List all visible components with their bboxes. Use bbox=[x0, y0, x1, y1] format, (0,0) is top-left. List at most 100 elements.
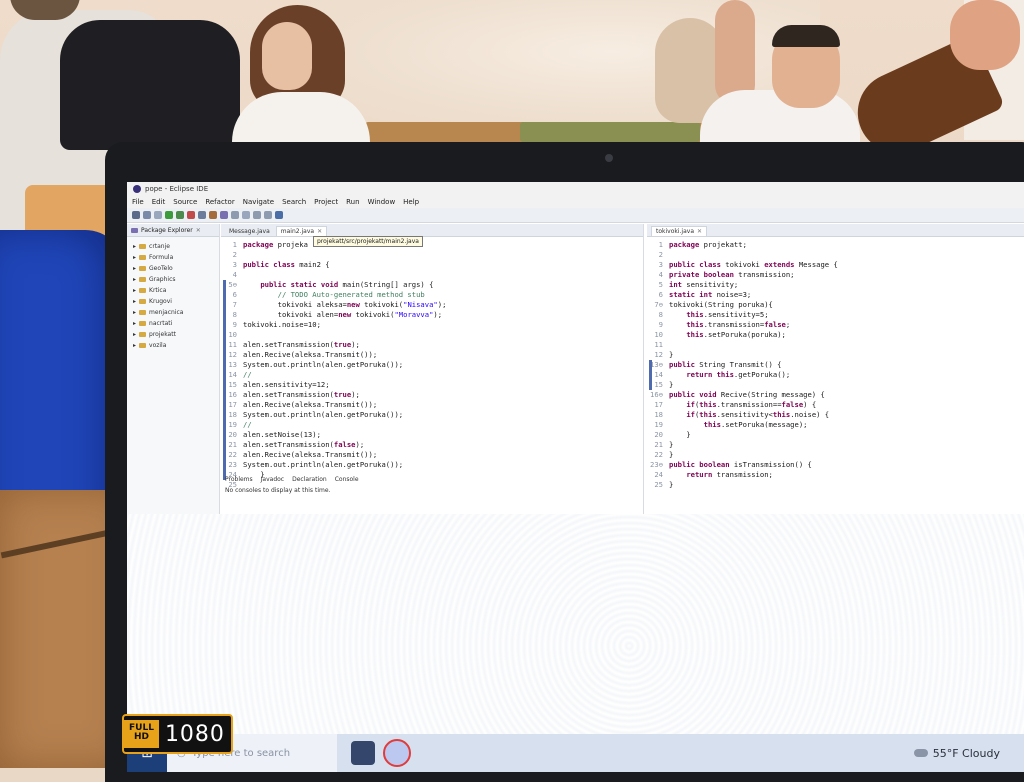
code-line[interactable]: 17 alen.Recive(aleksa.Transmit()); bbox=[221, 400, 643, 410]
project-item[interactable]: ▸ Graphics bbox=[127, 274, 219, 285]
code-line[interactable]: 8 tokivoki alen=new tokivoki("Moravva"); bbox=[221, 310, 643, 320]
code-line[interactable]: 6 // TODO Auto-generated method stub bbox=[221, 290, 643, 300]
menu-help[interactable]: Help bbox=[403, 198, 419, 206]
new-package-icon[interactable] bbox=[209, 211, 217, 219]
tab-message-java[interactable]: Message.java bbox=[225, 227, 274, 236]
project-item[interactable]: ▸ nacrtati bbox=[127, 318, 219, 329]
save-icon[interactable] bbox=[143, 211, 151, 219]
code-line[interactable]: 14// bbox=[221, 370, 643, 380]
menu-run[interactable]: Run bbox=[346, 198, 359, 206]
debug-icon[interactable] bbox=[176, 211, 184, 219]
package-explorer-tab[interactable]: Package Explorer ✕ bbox=[127, 224, 219, 237]
code-line[interactable]: 1 package projekatt; bbox=[647, 240, 1024, 250]
eclipse-taskbar-icon[interactable] bbox=[383, 739, 411, 767]
menu-window[interactable]: Window bbox=[368, 198, 396, 206]
code-line[interactable]: 16⊖ public void Recive(String message) { bbox=[647, 390, 1024, 400]
code-line[interactable]: 15 alen.sensitivity=12; bbox=[221, 380, 643, 390]
menu-project[interactable]: Project bbox=[314, 198, 338, 206]
code-line[interactable]: 22 alen.Recive(aleksa.Transmit()); bbox=[221, 450, 643, 460]
menu-search[interactable]: Search bbox=[282, 198, 306, 206]
code-line[interactable]: 7⊖ tokivoki(String poruka){ bbox=[647, 300, 1024, 310]
code-line[interactable]: 12 alen.Recive(aleksa.Transmit()); bbox=[221, 350, 643, 360]
menu-edit[interactable]: Edit bbox=[152, 198, 166, 206]
tab-declaration[interactable]: Declaration bbox=[292, 476, 327, 483]
tab-console[interactable]: Console bbox=[335, 476, 359, 483]
code-line[interactable]: 23 System.out.println(alen.getPoruka()); bbox=[221, 460, 643, 470]
close-icon[interactable]: ✕ bbox=[697, 228, 702, 235]
code-line[interactable]: 9 this.transmission=false; bbox=[647, 320, 1024, 330]
code-line[interactable]: 21} bbox=[647, 440, 1024, 450]
new-class-icon[interactable] bbox=[220, 211, 228, 219]
code-line[interactable]: 9 tokivoki.noise=10; bbox=[221, 320, 643, 330]
code-line[interactable]: 17 if(this.transmission==false) { bbox=[647, 400, 1024, 410]
code-line[interactable]: 15} bbox=[647, 380, 1024, 390]
tab-javadoc[interactable]: Javadoc bbox=[261, 476, 284, 483]
tab-tokivoki-java[interactable]: tokivoki.java ✕ bbox=[651, 226, 708, 236]
code-line[interactable]: 11 alen.setTransmission(true); bbox=[221, 340, 643, 350]
editor-main2: Message.java main2.java ✕ projekatt/src/p… bbox=[221, 224, 644, 514]
line-text: tokivoki alen=new tokivoki("Moravva"); bbox=[243, 310, 443, 319]
code-line[interactable]: 5⊖ public static void main(String[] args… bbox=[221, 280, 643, 290]
project-item[interactable]: ▸ Krtica bbox=[127, 285, 219, 296]
tab-problems[interactable]: Problems bbox=[225, 476, 253, 483]
code-line[interactable]: 2 bbox=[647, 250, 1024, 260]
code-line[interactable]: 20 alen.setNoise(13); bbox=[221, 430, 643, 440]
tab-main2-java[interactable]: main2.java ✕ bbox=[275, 226, 328, 236]
code-line[interactable]: 1 package projeka bbox=[221, 240, 643, 250]
code-line[interactable]: 12} bbox=[647, 350, 1024, 360]
code-line[interactable]: 14 return this.getPoruka(); bbox=[647, 370, 1024, 380]
code-line[interactable]: 18 if(this.sensitivity<this.noise) { bbox=[647, 410, 1024, 420]
project-item[interactable]: ▸ crtanje bbox=[127, 241, 219, 252]
forward-arrow-icon[interactable] bbox=[264, 211, 272, 219]
search-icon[interactable] bbox=[231, 211, 239, 219]
project-item[interactable]: ▸ Krugovi bbox=[127, 296, 219, 307]
menu-refactor[interactable]: Refactor bbox=[205, 198, 234, 206]
project-item[interactable]: ▸ projekatt bbox=[127, 329, 219, 340]
code-line[interactable]: 21 alen.setTransmission(false); bbox=[221, 440, 643, 450]
task-view-icon[interactable] bbox=[351, 741, 375, 765]
project-item[interactable]: ▸ GeoTelo bbox=[127, 263, 219, 274]
perspective-icon[interactable] bbox=[275, 211, 283, 219]
code-line[interactable]: 6 static int noise=3; bbox=[647, 290, 1024, 300]
code-line[interactable]: 4 private boolean transmission; bbox=[647, 270, 1024, 280]
menu-navigate[interactable]: Navigate bbox=[243, 198, 274, 206]
external-tools-icon[interactable] bbox=[198, 211, 206, 219]
menu-file[interactable]: File bbox=[132, 198, 144, 206]
annotation-icon[interactable] bbox=[242, 211, 250, 219]
back-arrow-icon[interactable] bbox=[253, 211, 261, 219]
code-line[interactable]: 11 bbox=[647, 340, 1024, 350]
code-area[interactable]: 1 package projeka 2 3 public class main2 {4 5… bbox=[221, 237, 643, 490]
project-item[interactable]: ▸ menjacnica bbox=[127, 307, 219, 318]
code-line[interactable]: 16 alen.setTransmission(true); bbox=[221, 390, 643, 400]
menu-source[interactable]: Source bbox=[173, 198, 197, 206]
code-line[interactable]: 23⊖ public boolean isTransmission() { bbox=[647, 460, 1024, 470]
print-icon[interactable] bbox=[154, 211, 162, 219]
code-line[interactable]: 3 public class tokivoki extends Message { bbox=[647, 260, 1024, 270]
code-line[interactable]: 10 bbox=[221, 330, 643, 340]
stop-icon[interactable] bbox=[187, 211, 195, 219]
code-line[interactable]: 13⊖ public String Transmit() { bbox=[647, 360, 1024, 370]
code-line[interactable]: 3 public class main2 { bbox=[221, 260, 643, 270]
close-icon[interactable]: ✕ bbox=[196, 227, 201, 234]
code-line[interactable]: 19// bbox=[221, 420, 643, 430]
run-icon[interactable] bbox=[165, 211, 173, 219]
code-line[interactable]: 20 } bbox=[647, 430, 1024, 440]
weather-widget[interactable]: 55°F Cloudy bbox=[913, 747, 1000, 760]
code-line[interactable]: 5 int sensitivity; bbox=[647, 280, 1024, 290]
code-line[interactable]: 22} bbox=[647, 450, 1024, 460]
code-line[interactable]: 24 return transmission; bbox=[647, 470, 1024, 480]
code-line[interactable]: 13 System.out.println(alen.getPoruka()); bbox=[221, 360, 643, 370]
code-line[interactable]: 7 tokivoki aleksa=new tokivoki("Nisava")… bbox=[221, 300, 643, 310]
code-line[interactable]: 8 this.sensitivity=5; bbox=[647, 310, 1024, 320]
code-line[interactable]: 18 System.out.println(alen.getPoruka()); bbox=[221, 410, 643, 420]
code-line[interactable]: 2 bbox=[221, 250, 643, 260]
project-item[interactable]: ▸ Formula bbox=[127, 252, 219, 263]
code-area[interactable]: 1 package projekatt; 2 3 public class tokivo… bbox=[647, 237, 1024, 490]
code-line[interactable]: 4 bbox=[221, 270, 643, 280]
code-line[interactable]: 19 this.setPoruka(message); bbox=[647, 420, 1024, 430]
close-icon[interactable]: ✕ bbox=[317, 228, 322, 235]
code-line[interactable]: 25} bbox=[647, 480, 1024, 490]
code-line[interactable]: 10 this.setPoruka(poruka); bbox=[647, 330, 1024, 340]
project-item[interactable]: ▸ vozila bbox=[127, 340, 219, 351]
new-icon[interactable] bbox=[132, 211, 140, 219]
